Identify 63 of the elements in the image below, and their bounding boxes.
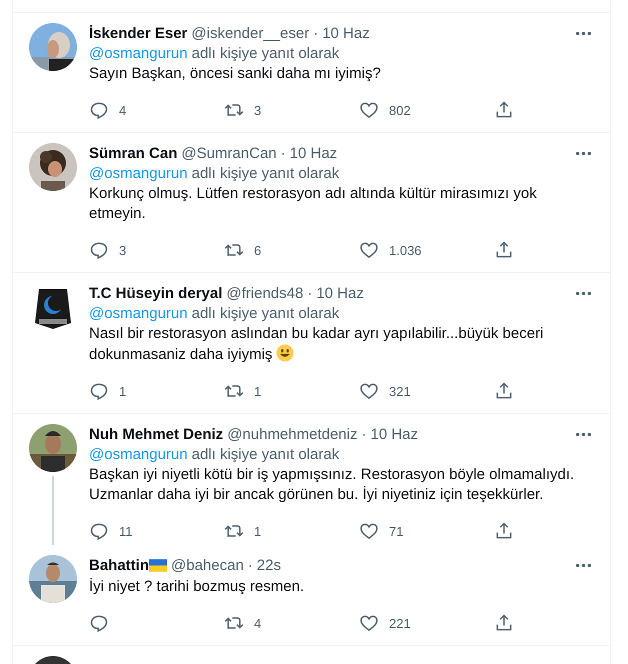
more-icon[interactable] [575,290,592,296]
reply-context: adlı kişiye yanıt olarak [192,446,340,463]
user-handle[interactable]: @nuhmehmetdeniz [227,426,358,442]
share-icon[interactable] [494,521,514,541]
retweet-count: 1 [254,384,262,398]
heart-icon[interactable] [359,521,379,541]
reply-count: 11 [119,524,132,538]
reply-count: 1 [119,384,126,398]
separator-dot: · [313,24,318,42]
heart-icon[interactable] [359,240,379,260]
retweet-count: 6 [254,242,262,258]
reply-count: 4 [119,102,126,118]
user-handle[interactable]: @bahecan [171,556,244,574]
reply-context: adlı kişiye yanıt olarak [192,165,340,182]
reply-icon[interactable] [89,240,109,260]
reply-icon[interactable] [89,100,109,120]
user-handle[interactable]: @SumranCan [181,144,277,162]
like-count: 221 [389,616,411,630]
user-name[interactable]: Sümran Can [89,144,178,162]
tweet-text: Korkunç olmuş. Lütfen restorasyon adı altında kültür mirasımızı yok etmeyin. [89,185,537,222]
tweet-text: Sayın Başkan, öncesi sanki daha mı iyimiş? [89,65,381,82]
tweet-text: Nasıl bir restorasyon aslından bu kadar ayrı yapılabilir...büyük beceri dokunmasaniz daha iyiymiş [89,325,544,363]
tweet-text: İyi niyet ? tarihi bozmuş resmen. [89,578,304,595]
user-name[interactable]: İskender Eser [89,24,188,42]
tweet-time[interactable]: 10 Haz [290,144,338,162]
reply-icon[interactable] [89,521,109,541]
like-count: 1.036 [389,242,422,258]
heart-icon[interactable] [359,613,379,633]
separator-dot: · [307,284,312,302]
heart-icon[interactable] [359,100,379,120]
reply-count: 3 [119,242,126,258]
heart-icon[interactable] [359,381,379,401]
share-icon[interactable] [494,381,514,401]
user-name[interactable]: Nuh Mehmet Deniz [89,426,224,442]
like-count: 802 [389,102,411,118]
user-handle[interactable]: @iskender__eser [191,24,310,42]
share-icon[interactable] [494,240,514,260]
separator-dot: · [280,144,286,162]
tweet-time[interactable]: 10 Haz [370,426,418,442]
user-name[interactable]: Bahattin [89,556,149,574]
retweet-count: 1 [254,524,262,538]
reply-icon[interactable] [89,613,109,633]
more-icon[interactable] [575,562,592,568]
retweet-count: 3 [254,102,262,118]
reply-context: adlı kişiye yanıt olarak [192,45,340,62]
reply-icon[interactable] [89,381,109,401]
separator-dot: · [362,426,366,442]
share-icon[interactable] [494,100,514,120]
more-icon[interactable] [575,30,592,36]
tweet-time[interactable]: 10 Haz [322,24,370,42]
user-name[interactable]: T.C Hüseyin deryal [89,284,222,302]
share-icon[interactable] [494,613,514,633]
more-icon[interactable] [575,432,592,436]
reply-context: adlı kişiye yanıt olarak [192,305,340,322]
like-count: 71 [389,524,404,538]
tweet-text: Başkan iyi niyetli kötü bir iş yapmışsınız. Restorasyon böyle olmamalıydı. Uzmanlar daha iyi bir ancak görünen bu. İyi niyetiniz için teşekkürler. [89,466,574,503]
user-handle[interactable]: @friends48 [226,284,304,302]
tweet-time[interactable]: 10 Haz [316,284,364,302]
more-icon[interactable] [575,150,592,156]
retweet-count: 4 [254,616,262,630]
tweet-time[interactable]: 22s [256,556,281,574]
like-count: 321 [389,384,411,398]
separator-dot: · [248,556,253,574]
